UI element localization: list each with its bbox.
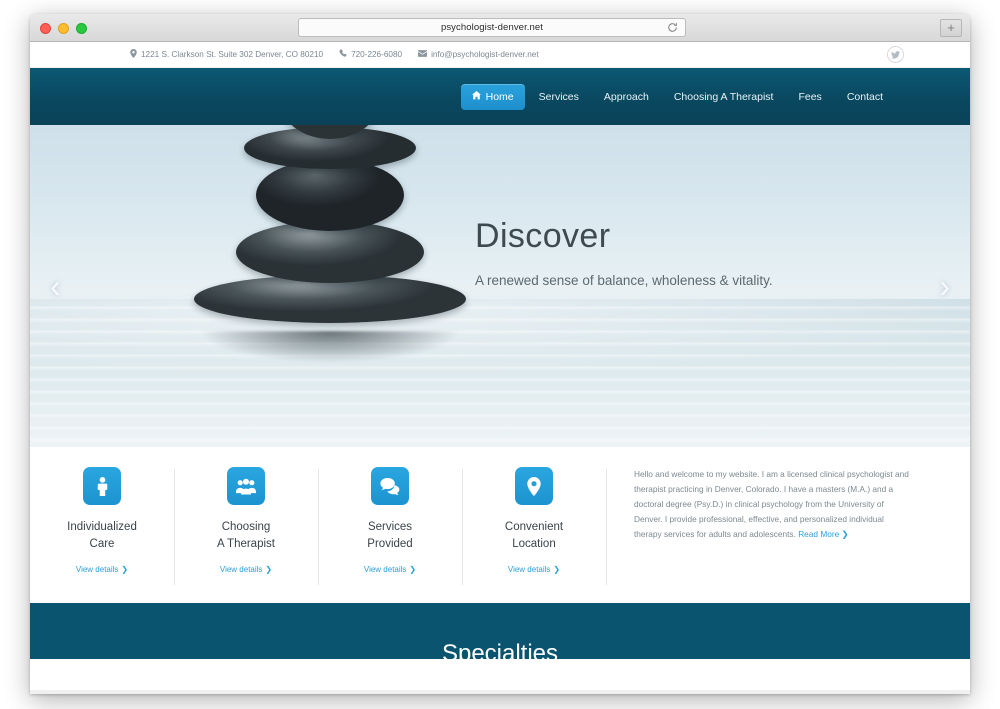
contact-phone[interactable]: 720-226-6080	[339, 49, 402, 60]
chevron-right-icon: ❯	[121, 565, 129, 575]
nav-list: Home Services Approach Choosing A Therap…	[460, 83, 894, 110]
feature-title-line2: Care	[89, 537, 115, 550]
zen-stones-image	[180, 125, 480, 335]
hero-title: Discover	[475, 217, 611, 255]
welcome-text-block: Hello and welcome to my website. I am a …	[606, 463, 970, 603]
chevron-right-icon: ❯	[265, 565, 273, 575]
phone-text: 720-226-6080	[351, 50, 403, 59]
welcome-body: Hello and welcome to my website. I am a …	[634, 469, 909, 540]
contact-info-list: 1221 S. Clarkson St. Suite 302 Denver, C…	[130, 49, 539, 60]
stone-reflection	[180, 331, 480, 375]
reload-icon[interactable]	[667, 22, 679, 34]
specialties-title: Specialties	[441, 640, 559, 659]
main-navigation: Home Services Approach Choosing A Therap…	[30, 68, 970, 125]
home-icon	[471, 90, 481, 103]
chevron-right-icon: ❯	[409, 565, 417, 575]
url-text: psychologist-denver.net	[440, 22, 544, 33]
email-text: info@psychologist-denver.net	[431, 50, 539, 59]
nav-item-services[interactable]: Services	[528, 84, 590, 110]
stone-third	[256, 159, 404, 231]
feature-title-line1: Services	[367, 521, 413, 533]
feature-card-title: Convenient Location	[505, 519, 563, 552]
nav-item-choosing-a-therapist[interactable]: Choosing A Therapist	[663, 84, 785, 110]
group-icon	[227, 467, 265, 505]
location-pin-icon	[130, 49, 137, 60]
close-window-button[interactable]	[40, 23, 51, 34]
view-details-link[interactable]: View details ❯	[76, 565, 128, 574]
chevron-right-icon: ❯	[841, 529, 849, 540]
hero-copy: Discover A renewed sense of balance, who…	[475, 217, 895, 288]
browser-toolbar: psychologist-denver.net +	[30, 14, 970, 42]
chevron-right-icon: ❯	[553, 565, 561, 575]
contact-address: 1221 S. Clarkson St. Suite 302 Denver, C…	[130, 49, 323, 60]
site-top-bar: 1221 S. Clarkson St. Suite 302 Denver, C…	[30, 42, 970, 68]
map-pin-icon	[515, 467, 553, 505]
feature-card-choosing-a-therapist[interactable]: Choosing A Therapist View details ❯	[174, 463, 318, 603]
feature-card-individualized-care[interactable]: Individualized Care View details ❯	[30, 463, 174, 603]
envelope-icon	[418, 50, 428, 59]
feature-cards-row: Individualized Care View details ❯ Choos…	[30, 447, 970, 603]
read-more-link[interactable]: Read More ❯	[798, 529, 848, 539]
nav-item-contact[interactable]: Contact	[836, 84, 894, 110]
hero-water-background	[30, 299, 970, 447]
view-details-link[interactable]: View details ❯	[508, 565, 560, 574]
view-details-link[interactable]: View details ❯	[220, 565, 272, 574]
feature-title-line1: Choosing	[221, 521, 271, 533]
feature-title-line1: Convenient	[504, 521, 564, 533]
minimize-window-button[interactable]	[58, 23, 69, 34]
slider-next-arrow-icon[interactable]: ›	[939, 270, 950, 302]
feature-title-line2: Provided	[367, 537, 413, 550]
nav-item-fees[interactable]: Fees	[787, 84, 832, 110]
feature-title-line2: A Therapist	[217, 537, 275, 550]
feature-card-services-provided[interactable]: Services Provided View details ❯	[318, 463, 462, 603]
view-details-label: View details	[507, 565, 551, 575]
address-bar[interactable]: psychologist-denver.net	[298, 18, 686, 37]
nav-item-approach[interactable]: Approach	[593, 84, 660, 110]
feature-card-convenient-location[interactable]: Convenient Location View details ❯	[462, 463, 606, 603]
welcome-paragraph: Hello and welcome to my website. I am a …	[634, 467, 912, 542]
hero-subtitle: A renewed sense of balance, wholeness & …	[475, 273, 773, 288]
read-more-label: Read More	[798, 529, 840, 540]
new-tab-button[interactable]: +	[940, 19, 962, 37]
person-icon	[83, 467, 121, 505]
view-details-link[interactable]: View details ❯	[364, 565, 416, 574]
feature-title-line2: Location	[512, 537, 556, 550]
nav-item-home[interactable]: Home	[460, 83, 525, 110]
twitter-icon[interactable]	[887, 46, 904, 63]
contact-email[interactable]: info@psychologist-denver.net	[418, 50, 539, 59]
feature-card-title: Services Provided	[367, 519, 412, 552]
specialties-section: Specialties	[30, 603, 970, 659]
phone-icon	[339, 49, 347, 60]
view-details-label: View details	[75, 565, 119, 575]
browser-window: psychologist-denver.net + 1221 S. Clarks…	[30, 14, 970, 694]
nav-item-home-label: Home	[485, 90, 514, 103]
page-bottom-edge	[30, 690, 970, 694]
maximize-window-button[interactable]	[76, 23, 87, 34]
window-controls	[40, 23, 87, 34]
slider-prev-arrow-icon[interactable]: ‹	[50, 270, 61, 302]
chat-bubbles-icon	[371, 467, 409, 505]
view-details-label: View details	[219, 565, 263, 575]
feature-card-title: Choosing A Therapist	[217, 519, 275, 552]
address-text: 1221 S. Clarkson St. Suite 302 Denver, C…	[141, 50, 324, 59]
feature-card-title: Individualized Care	[67, 519, 137, 552]
hero-slider: Discover A renewed sense of balance, who…	[30, 125, 970, 447]
feature-title-line1: Individualized	[67, 521, 137, 533]
view-details-label: View details	[363, 565, 407, 575]
